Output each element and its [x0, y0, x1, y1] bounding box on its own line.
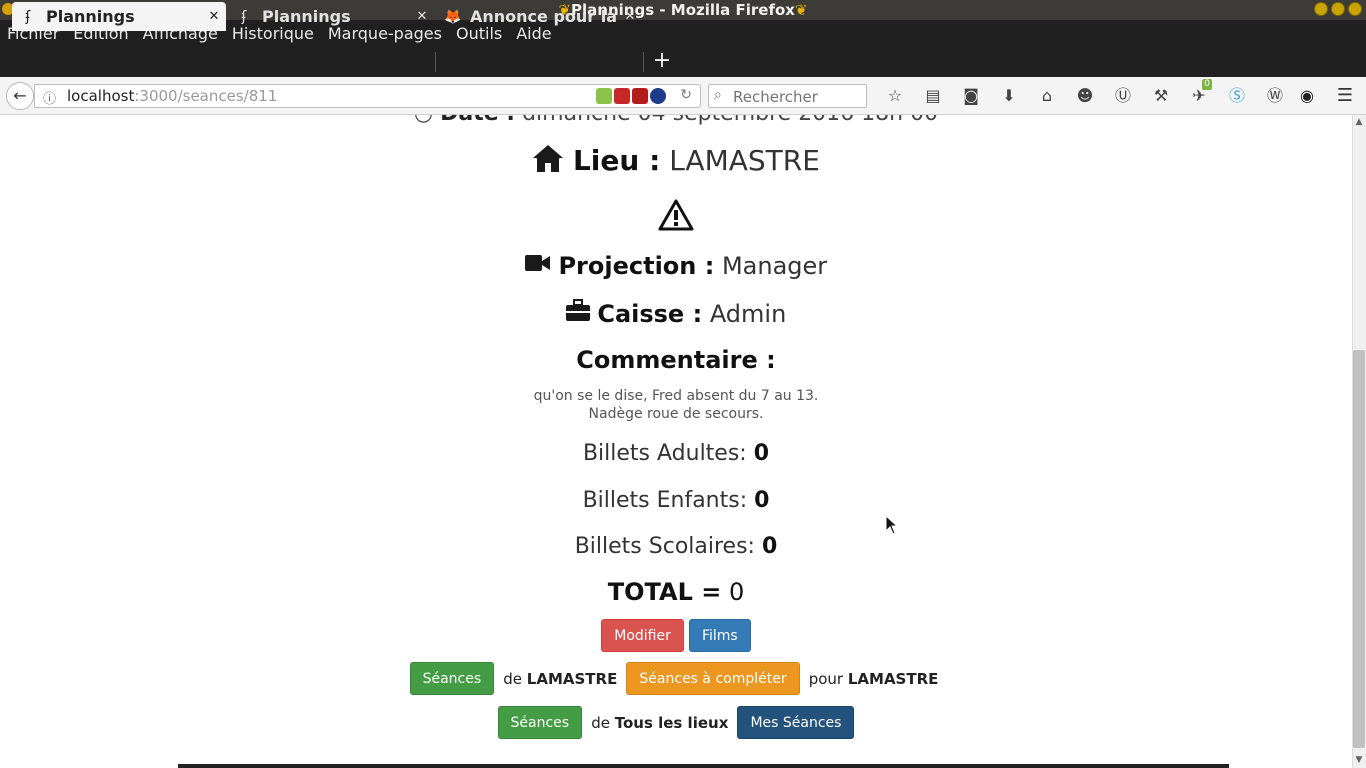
- scroll-down-arrow-icon[interactable]: ▼: [1352, 755, 1366, 767]
- search-input[interactable]: [731, 87, 865, 107]
- date-value: dimanche 04 septembre 2016 18h 00: [522, 115, 938, 126]
- billets-enfants: Billets Enfants: 0: [0, 488, 1352, 513]
- clock-icon: ◷: [414, 115, 433, 126]
- tab-favicon-icon: ʄ: [25, 8, 31, 25]
- tab-plannings-active[interactable]: ʄ Plannings ✕: [12, 2, 226, 31]
- billets-adultes: Billets Adultes: 0: [0, 441, 1352, 466]
- mes-seances-button[interactable]: Mes Séances: [737, 706, 855, 739]
- warning-icon: [658, 199, 694, 231]
- lieu-value: LAMASTRE: [669, 144, 820, 177]
- s-addon-icon[interactable]: Ⓢ: [1218, 85, 1256, 107]
- url-text: localhost:3000/seances/811: [67, 87, 278, 105]
- addon-red-icon[interactable]: [614, 88, 630, 104]
- scroll-up-arrow-icon[interactable]: ▲: [1352, 117, 1366, 129]
- menu-hamburger-icon[interactable]: ☰: [1334, 85, 1356, 107]
- tabbar: [0, 46, 1366, 77]
- billets-adultes-label: Billets Adultes:: [582, 441, 747, 466]
- total-label: TOTAL =: [607, 578, 722, 606]
- close-tab-icon[interactable]: ✕: [618, 9, 642, 24]
- tab-favicon-icon: ʄ: [241, 8, 247, 25]
- mouse-pointer-icon: [885, 515, 899, 535]
- home-icon[interactable]: ⌂: [1028, 85, 1066, 107]
- info-icon[interactable]: ⓘ: [43, 88, 56, 107]
- chat-icon[interactable]: ☻: [1066, 85, 1104, 107]
- search-icon: ⌕: [714, 87, 722, 103]
- bookmark-star-icon[interactable]: ☆: [876, 85, 914, 107]
- billets-enfants-label: Billets Enfants:: [582, 488, 748, 513]
- date-line: ◷ Date : dimanche 04 septembre 2016 18h …: [0, 115, 1352, 126]
- addon-feather-icon[interactable]: [632, 88, 648, 104]
- reload-icon[interactable]: ↻: [680, 87, 692, 103]
- commentaire-title: Commentaire :: [576, 346, 776, 374]
- url-bar[interactable]: ⓘ localhost:3000/seances/811 ↻: [34, 84, 701, 108]
- minimize-button[interactable]: [1314, 2, 1328, 16]
- caisse-value: Admin: [709, 300, 787, 328]
- close-tab-icon[interactable]: ✕: [410, 9, 434, 24]
- addon-map-icon[interactable]: [596, 88, 612, 104]
- gitlab-icon: 🦊: [444, 8, 462, 25]
- briefcase-icon: [565, 299, 590, 321]
- billets-adultes-value: 0: [753, 441, 770, 466]
- de-text: de LAMASTRE: [503, 669, 618, 688]
- tab-separator: [435, 52, 436, 72]
- close-tab-icon[interactable]: ✕: [202, 9, 226, 24]
- back-button[interactable]: ←: [6, 82, 34, 110]
- modifier-button[interactable]: Modifier: [601, 619, 684, 652]
- projection-label: Projection :: [558, 252, 715, 280]
- total-value: 0: [728, 578, 745, 606]
- billets-scolaires-label: Billets Scolaires:: [574, 534, 755, 559]
- projection-line: Projection : Manager: [0, 252, 1352, 280]
- commentaire-line: qu'on se le dise, Fred absent du 7 au 13…: [533, 388, 819, 404]
- navbar: ← ⓘ localhost:3000/seances/811 ↻ ⌕ ☆ ▤ ◙…: [0, 77, 1366, 115]
- close-window-button[interactable]: [1348, 2, 1362, 16]
- seances-lieu-row: Séances de LAMASTRE Séances à compléter …: [0, 662, 1352, 695]
- tab-label: Plannings: [262, 7, 351, 26]
- maximize-button[interactable]: [1331, 2, 1345, 16]
- addon-moon-icon[interactable]: [650, 88, 666, 104]
- reading-list-icon[interactable]: ▤: [914, 85, 952, 107]
- tab-label: Annonce pour la ...: [470, 7, 618, 26]
- lieu-line: Lieu : LAMASTRE: [0, 143, 1352, 177]
- ublock-icon[interactable]: Ⓤ: [1104, 85, 1142, 107]
- notification-addon-icon[interactable]: ✈ 0: [1180, 79, 1218, 107]
- tab-plannings[interactable]: ʄ Plannings ✕: [228, 2, 434, 31]
- downloads-icon[interactable]: ⬇: [990, 85, 1028, 107]
- tool-icon[interactable]: ⚒: [1142, 85, 1180, 107]
- projection-value: Manager: [721, 252, 828, 280]
- seances-tous-row: Séances de Tous les lieux Mes Séances: [0, 706, 1352, 739]
- caisse-label: Caisse :: [597, 300, 703, 328]
- wordpress-icon[interactable]: Ⓦ: [1256, 85, 1294, 107]
- films-button[interactable]: Films: [688, 619, 751, 652]
- tab-annonce[interactable]: 🦊 Annonce pour la ... ✕: [436, 2, 642, 31]
- caisse-line: Caisse : Admin: [0, 299, 1352, 328]
- lieu-label: Lieu :: [572, 144, 661, 177]
- de-tous-text: de Tous les lieux: [591, 713, 729, 732]
- footer-bar: [178, 764, 1229, 768]
- search-bar[interactable]: ⌕: [708, 84, 867, 108]
- total-line: TOTAL = 0: [0, 578, 1352, 606]
- date-label: Date :: [440, 115, 515, 126]
- actions-row: Modifier Films: [0, 619, 1352, 652]
- commentaire-text: qu'on se le dise, Fred absent du 7 au 13…: [0, 387, 1352, 423]
- seances-tous-button[interactable]: Séances: [497, 706, 583, 739]
- billets-enfants-value: 0: [754, 488, 770, 513]
- warning-line: [0, 199, 1352, 235]
- seances-button[interactable]: Séances: [409, 662, 495, 695]
- billets-scolaires: Billets Scolaires: 0: [0, 534, 1352, 559]
- pocket-icon[interactable]: ◙: [952, 85, 990, 107]
- badge-count: 0: [1202, 79, 1212, 90]
- commentaire-line: Nadège roue de secours.: [588, 406, 764, 422]
- home-icon: [533, 145, 564, 172]
- billets-scolaires-value: 0: [761, 534, 778, 559]
- tab-label: Plannings: [46, 7, 135, 26]
- tab-separator: [643, 52, 644, 72]
- new-tab-button[interactable]: +: [652, 48, 672, 74]
- github-icon[interactable]: ◉: [1294, 85, 1320, 107]
- pour-text: pour LAMASTRE: [808, 669, 939, 688]
- video-camera-icon: [524, 255, 550, 271]
- scrollbar-thumb[interactable]: [1353, 350, 1365, 748]
- seances-a-completer-button[interactable]: Séances à compléter: [626, 662, 800, 695]
- page-content: ◷ Date : dimanche 04 septembre 2016 18h …: [0, 115, 1352, 768]
